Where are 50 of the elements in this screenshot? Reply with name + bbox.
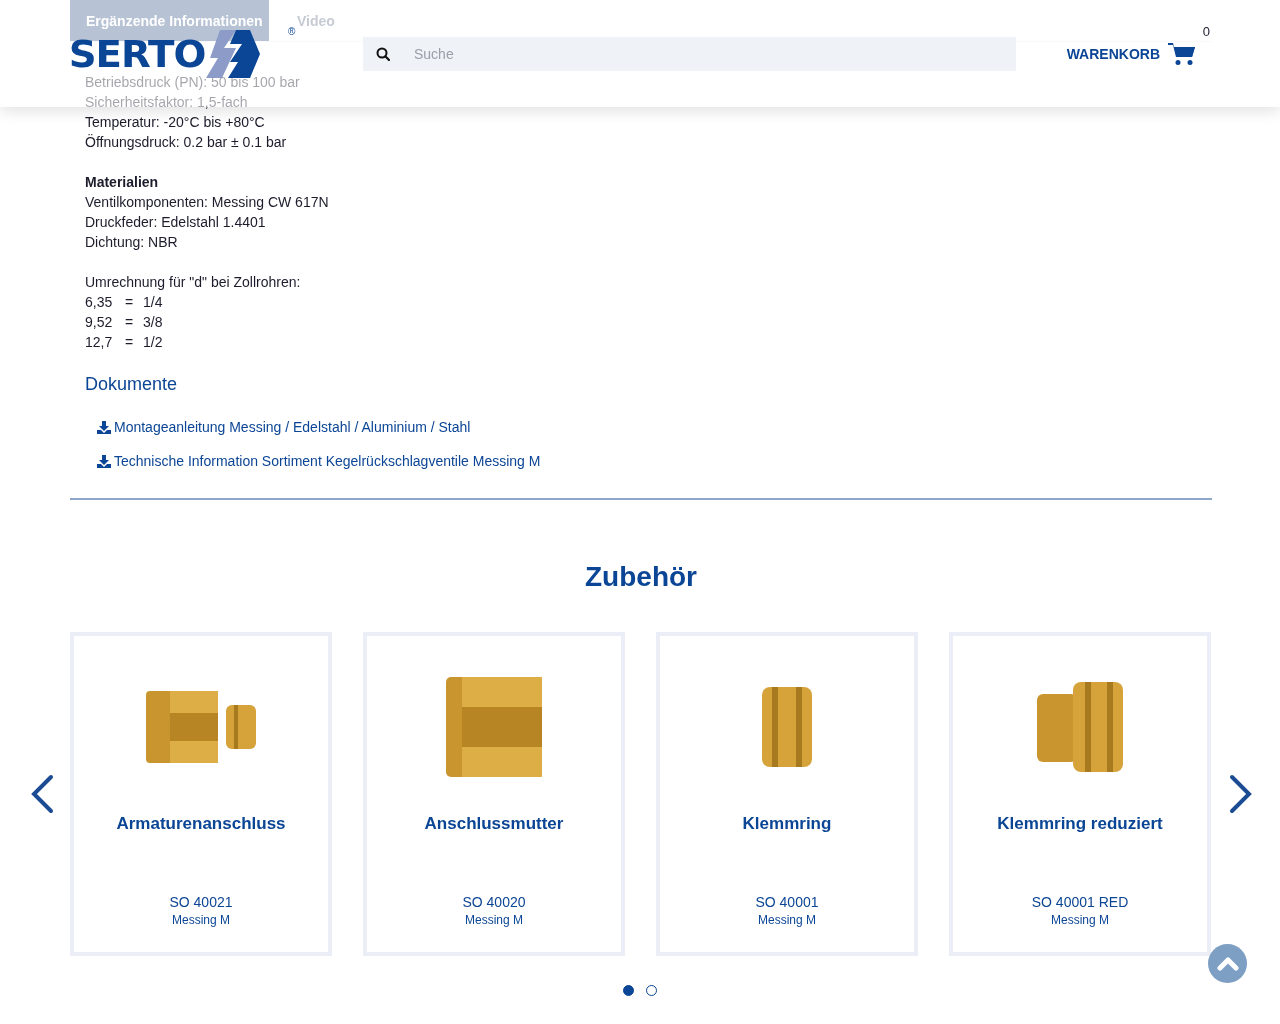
product-material: Messing M xyxy=(1051,913,1109,927)
documents-heading: Dokumente xyxy=(85,373,179,396)
scroll-top-button[interactable] xyxy=(1208,944,1247,983)
product-name: Klemmring reduziert xyxy=(997,814,1163,835)
product-material: Messing M xyxy=(172,913,230,927)
equals-sign: = xyxy=(125,313,135,332)
product-card[interactable]: Anschlussmutter SO 40020 Messing M xyxy=(363,632,625,956)
inch-value: 1/4 xyxy=(143,293,163,312)
product-card[interactable]: Armaturenanschluss SO 40021 Messing M xyxy=(70,632,332,956)
product-name: Anschlussmutter xyxy=(424,814,564,835)
product-name: Klemmring xyxy=(742,814,832,835)
chevron-up-icon xyxy=(1216,956,1239,971)
cart-count: 0 xyxy=(1202,23,1210,39)
product-material: Messing M xyxy=(465,913,523,927)
section-title: Zubehör xyxy=(584,560,698,594)
equals-sign: = xyxy=(125,293,135,312)
page-dot[interactable] xyxy=(623,985,634,996)
registered-mark: ® xyxy=(288,25,296,37)
material-line: Druckfeder: Edelstahl 1.4401 xyxy=(85,213,267,232)
download-icon xyxy=(97,454,111,468)
product-material: Messing M xyxy=(758,913,816,927)
spec-line: Öffnungsdruck: 0.2 bar ± 0.1 bar xyxy=(85,133,288,152)
inch-value: 1/2 xyxy=(143,333,163,352)
product-name: Armaturenanschluss xyxy=(116,814,286,835)
product-code: SO 40021 xyxy=(169,894,233,910)
conversion-heading: Umrechnung für "d" bei Zollrohren: xyxy=(85,273,302,292)
spec-line: Temperatur: -20°C bis +80°C xyxy=(85,113,266,132)
document-link[interactable]: Technische Information Sortiment Kegelrückschlagventile Messing M xyxy=(114,453,541,469)
download-icon xyxy=(97,420,111,434)
page-dot[interactable] xyxy=(646,985,657,996)
material-line: Dichtung: NBR xyxy=(85,233,179,252)
material-line: Ventilkomponenten: Messing CW 617N xyxy=(85,193,330,212)
mm-value: 9,52 xyxy=(85,313,114,332)
document-link[interactable]: Montageanleitung Messing / Edelstahl / Aluminium / Stahl xyxy=(114,419,471,435)
cart-icon[interactable] xyxy=(1168,41,1196,66)
cart-link[interactable]: WARENKORB xyxy=(1066,45,1160,62)
product-code: SO 40001 xyxy=(755,894,819,910)
mm-value: 6,35 xyxy=(85,293,114,312)
search-icon xyxy=(376,46,390,61)
mm-value: 12,7 xyxy=(85,333,114,352)
logo-icon xyxy=(206,29,261,78)
product-code: SO 40020 xyxy=(462,894,526,910)
search-field[interactable]: Suche xyxy=(363,36,1016,71)
equals-sign: = xyxy=(125,333,135,352)
product-code: SO 40001 RED xyxy=(1031,894,1129,910)
product-card[interactable]: Klemmring SO 40001 Messing M xyxy=(656,632,918,956)
product-card[interactable]: Klemmring reduziert SO 40001 RED Messing M xyxy=(949,632,1211,956)
inch-value: 3/8 xyxy=(143,313,163,332)
section-heading: Materialien xyxy=(85,173,160,192)
spec-line: Sicherheitsfaktor: 1,5-fach xyxy=(85,93,249,112)
